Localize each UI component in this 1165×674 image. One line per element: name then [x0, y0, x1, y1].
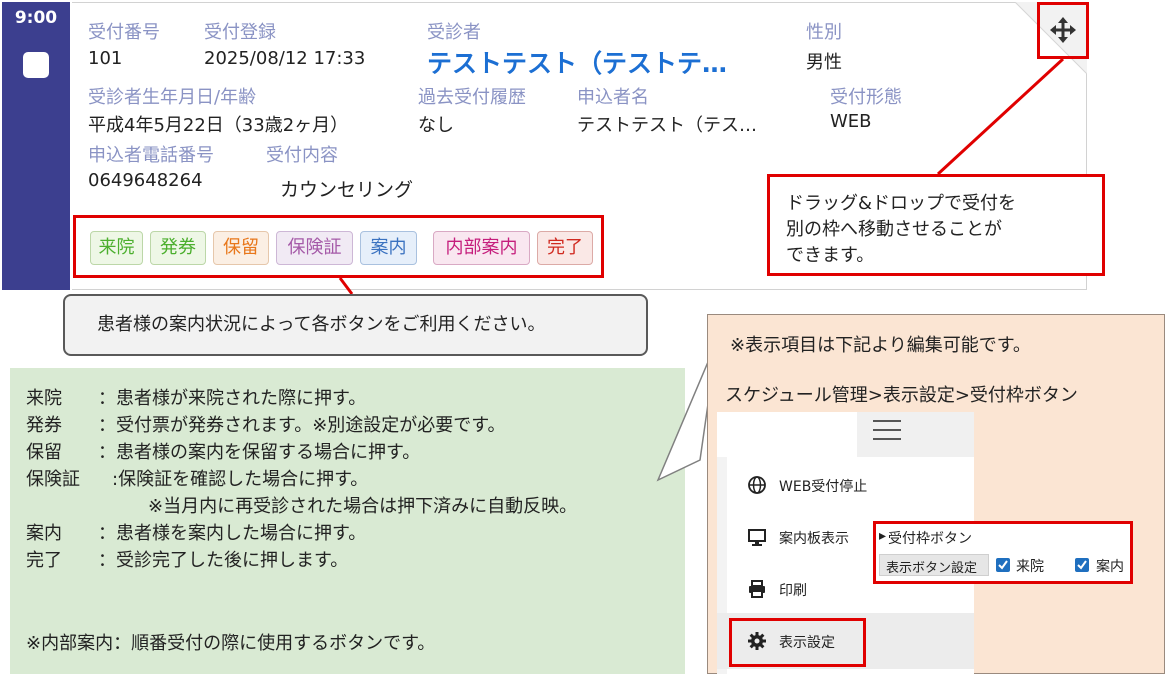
term-complete: 完了: [26, 550, 62, 571]
checkmark-icon: [1077, 560, 1087, 570]
desc-guide: ：患者様を案内した場合に押す。: [98, 523, 367, 544]
term-insurance: 保険証: [26, 469, 80, 490]
settings-note-line2: スケジュール管理>表示設定>受付枠ボタン: [725, 385, 1078, 406]
drag-drop-note: ドラッグ&ドロップで受付を 別の枠へ移動させることが できます。: [767, 174, 1105, 276]
button-usage-callout: 患者様の案内状況によって各ボタンをご利用ください。: [63, 294, 648, 356]
term-ticket: 発券: [26, 415, 62, 436]
menu-item-label: WEB受付停止: [779, 479, 868, 495]
desc-insurance: :保険証を確認した場合に押す。: [112, 469, 369, 490]
monitor-icon: [748, 529, 766, 546]
settings-row-label: 表示ボタン設定: [886, 561, 978, 576]
hamburger-menu-icon[interactable]: [873, 418, 903, 442]
term-guide: 案内: [26, 523, 62, 544]
hamburger-area: [857, 412, 974, 457]
drag-note-line: ドラッグ&ドロップで受付を: [786, 193, 1017, 214]
settings-title-prefix: ▸: [879, 528, 887, 544]
button-explanation-panel: 来院 ：患者様が来院された際に押す。 発券 ：受付票が発券されます。※別途設定が…: [10, 368, 685, 674]
desc-visit: ：患者様が来院された際に押す。: [98, 388, 367, 409]
settings-title: 受付枠ボタン: [888, 531, 972, 547]
guide-checkbox[interactable]: [1075, 558, 1089, 572]
reception-button-settings: ▸ 受付枠ボタン 表示ボタン設定 来院 案内: [873, 521, 1133, 584]
visit-checkbox[interactable]: [996, 558, 1010, 572]
settings-note-line1: ※表示項目は下記より編集可能です。: [730, 335, 1031, 356]
printer-icon: [749, 580, 765, 598]
drag-note-line: できます。: [786, 245, 875, 266]
term-hold: 保留: [26, 442, 62, 463]
desc-complete: ：受診完了した後に押します。: [98, 550, 349, 571]
menu-item-label: 印刷: [779, 583, 807, 599]
desc-hold: ：患者様の案内を保留する場合に押す。: [98, 442, 421, 463]
desc-insurance-note: ※当月内に再受診された場合は押下済みに自動反映。: [148, 496, 578, 517]
guide-checkbox-label: 案内: [1096, 559, 1124, 575]
callout-text: 患者様の案内状況によって各ボタンをご利用ください。: [97, 314, 546, 335]
term-visit: 来院: [26, 388, 62, 409]
menu-item-web-stop[interactable]: WEB受付停止: [717, 457, 974, 513]
display-settings-highlight: [729, 618, 866, 667]
visit-checkbox-label: 来院: [1016, 559, 1044, 575]
desc-ticket: ：受付票が発券されます。※別途設定が必要です。: [98, 415, 506, 436]
checkmark-icon: [998, 560, 1008, 570]
internal-guide-note: ※内部案内：順番受付の際に使用するボタンです。: [26, 633, 436, 654]
drag-note-line: 別の枠へ移動させることが: [786, 219, 1002, 240]
menu-item-label: 案内板表示: [779, 531, 849, 547]
globe-icon: [748, 476, 766, 494]
settings-row-label-cell: 表示ボタン設定: [879, 554, 989, 576]
